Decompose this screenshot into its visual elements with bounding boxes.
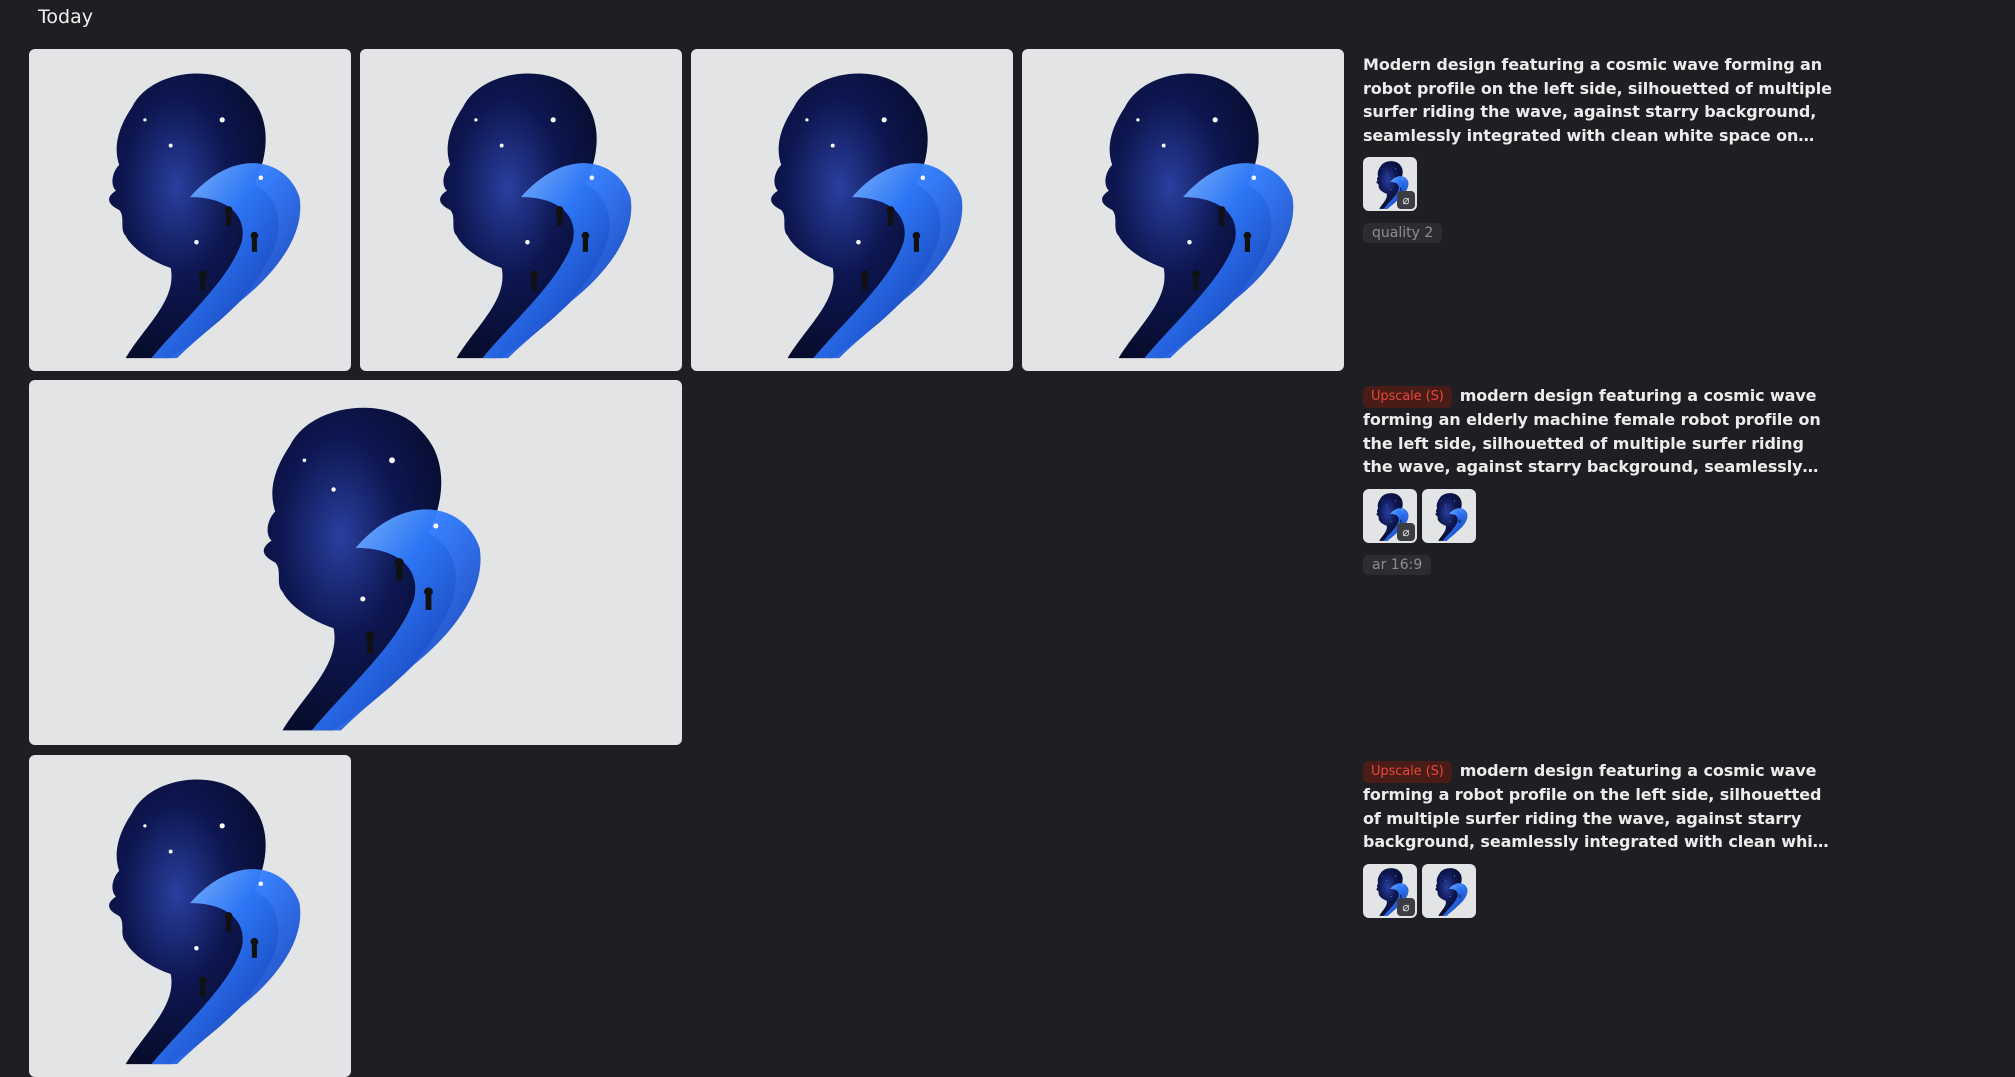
reference-thumbnail[interactable] bbox=[1422, 863, 1476, 918]
upscaled-image-wide[interactable] bbox=[29, 380, 682, 745]
paperclip-icon: ⌀ bbox=[1397, 897, 1415, 916]
upscale-badge: Upscale (S) bbox=[1363, 386, 1452, 408]
reference-thumbnail[interactable]: ⌀ bbox=[1363, 863, 1417, 918]
paperclip-icon: ⌀ bbox=[1397, 522, 1415, 541]
prompt-text[interactable]: Upscale (S) modern design featuring a cos… bbox=[1363, 759, 1833, 854]
job-details: Upscale (S) modern design featuring a cos… bbox=[1363, 384, 1833, 575]
generated-image-3[interactable] bbox=[691, 49, 1013, 371]
job-details: Upscale (S) modern design featuring a cos… bbox=[1363, 759, 1833, 918]
reference-images: ⌀ bbox=[1363, 863, 1833, 918]
job-details: Modern design featuring a cosmic wave fo… bbox=[1363, 53, 1833, 243]
reference-thumbnail[interactable]: ⌀ bbox=[1363, 157, 1417, 211]
reference-images: ⌀ bbox=[1363, 488, 1833, 543]
cosmic-wave-image bbox=[29, 380, 682, 745]
paperclip-icon: ⌀ bbox=[1397, 191, 1415, 209]
generated-image-2[interactable] bbox=[360, 49, 682, 371]
reference-thumbnail[interactable]: ⌀ bbox=[1363, 488, 1417, 543]
cosmic-wave-image bbox=[691, 49, 1013, 371]
parameter-chip[interactable]: ar 16:9 bbox=[1363, 554, 1432, 575]
section-title-today: Today bbox=[38, 6, 93, 28]
reference-images: ⌀ bbox=[1363, 157, 1833, 211]
cosmic-wave-image bbox=[360, 49, 682, 371]
upscaled-image-square[interactable] bbox=[29, 755, 351, 1077]
upscale-badge: Upscale (S) bbox=[1363, 761, 1452, 783]
reference-thumbnail[interactable] bbox=[1422, 488, 1476, 543]
reference-image bbox=[1422, 864, 1476, 918]
reference-image bbox=[1422, 489, 1476, 543]
cosmic-wave-image bbox=[29, 755, 351, 1077]
generated-image-1[interactable] bbox=[29, 49, 351, 371]
parameter-chip[interactable]: quality 2 bbox=[1363, 223, 1443, 243]
prompt-text[interactable]: Modern design featuring a cosmic wave fo… bbox=[1363, 53, 1833, 147]
cosmic-wave-image bbox=[29, 49, 351, 371]
generated-image-4[interactable] bbox=[1022, 49, 1344, 371]
cosmic-wave-image bbox=[1022, 49, 1344, 371]
prompt-text[interactable]: Upscale (S) modern design featuring a cos… bbox=[1363, 384, 1833, 479]
